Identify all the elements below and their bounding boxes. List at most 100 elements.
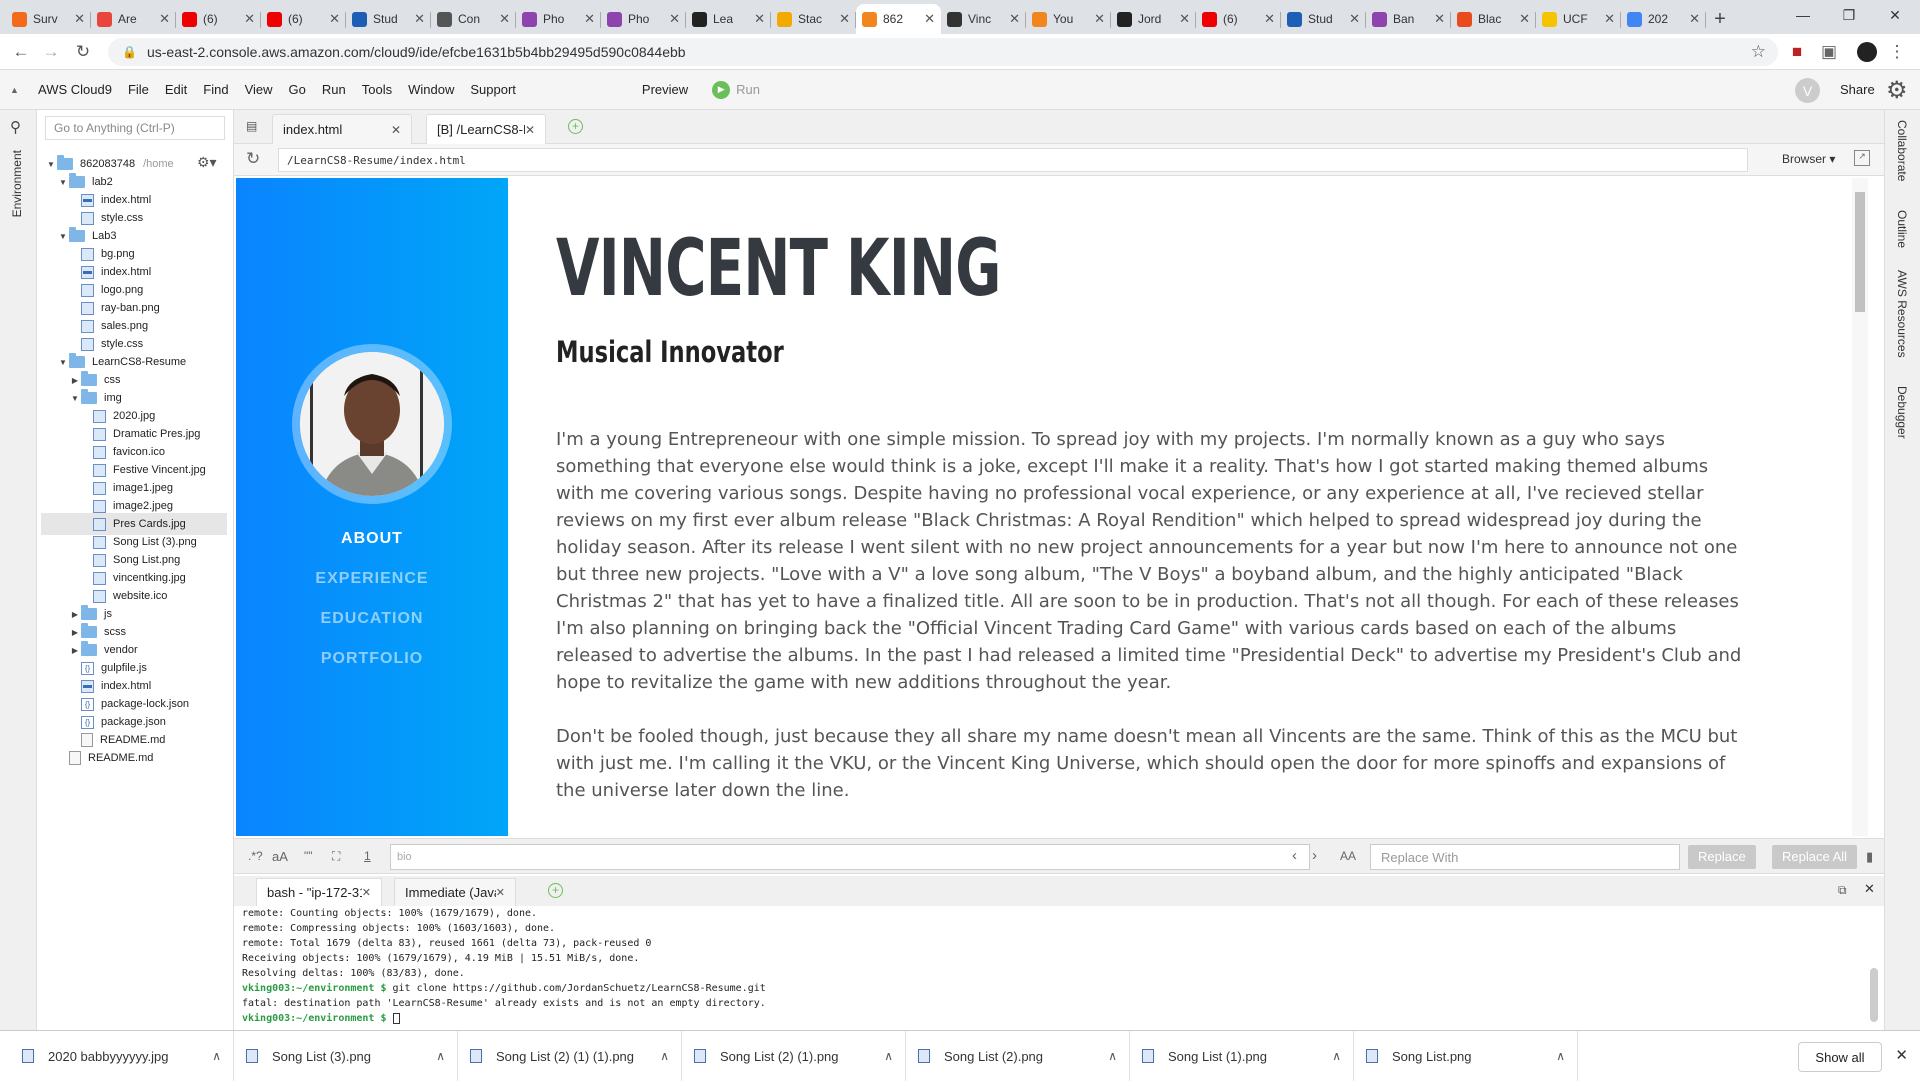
menu-go[interactable]: Go xyxy=(281,82,314,97)
close-icon[interactable]: ✕ xyxy=(1349,11,1360,27)
browser-tab[interactable]: Jord ✕ xyxy=(1111,4,1196,34)
refresh-icon[interactable]: ↻ xyxy=(246,149,260,169)
nav-education-link[interactable]: EDUCATION xyxy=(236,610,508,628)
browser-tab[interactable]: 202 ✕ xyxy=(1621,4,1706,34)
caret-right-icon[interactable]: ▶ xyxy=(69,628,81,637)
preview-url-input[interactable]: /LearnCS8-Resume/index.html xyxy=(278,148,1748,172)
user-avatar[interactable]: V xyxy=(1795,78,1820,103)
find-input[interactable]: bio xyxy=(390,844,1310,870)
browser-tab[interactable]: Surv ✕ xyxy=(6,4,91,34)
new-terminal-plus-icon[interactable]: + xyxy=(548,883,563,898)
download-item[interactable]: Song List (2) (1) (1).png ∧ xyxy=(458,1031,682,1081)
terminal-output[interactable]: remote: Counting objects: 100% (1679/167… xyxy=(234,906,1884,1030)
preserve-case-toggle[interactable]: AA xyxy=(1340,849,1356,863)
close-icon[interactable]: ✕ xyxy=(1689,11,1700,27)
extension-icon-2[interactable]: ▣ xyxy=(1818,41,1840,63)
chevron-up-icon[interactable]: ∧ xyxy=(884,1049,893,1063)
menu-find[interactable]: Find xyxy=(195,82,236,97)
chevron-up-icon[interactable]: ∧ xyxy=(1108,1049,1117,1063)
close-icon[interactable]: ✕ xyxy=(1009,11,1020,27)
star-icon[interactable]: ☆ xyxy=(1751,42,1766,62)
whole-word-toggle[interactable]: "" xyxy=(304,849,313,863)
download-item[interactable]: 2020 babbyyyyyy.jpg ∧ xyxy=(10,1031,234,1081)
menu-window[interactable]: Window xyxy=(400,82,462,97)
close-icon[interactable]: ✕ xyxy=(924,11,935,27)
caret-right-icon[interactable]: ▶ xyxy=(69,610,81,619)
browser-tab[interactable]: UCF ✕ xyxy=(1536,4,1621,34)
cloud9-brand[interactable]: AWS Cloud9 xyxy=(30,82,120,97)
collaborate-panel-button[interactable]: Collaborate xyxy=(1895,120,1909,181)
browser-dropdown[interactable]: Browser ▾ xyxy=(1782,152,1835,166)
caret-down-icon[interactable]: ▼ xyxy=(57,178,69,187)
find-previous-icon[interactable]: ‹ xyxy=(1292,847,1297,864)
caret-down-icon[interactable]: ▼ xyxy=(45,160,57,169)
browser-tab[interactable]: Con ✕ xyxy=(431,4,516,34)
run-button[interactable]: ▶ Run xyxy=(712,80,760,99)
case-sensitive-toggle[interactable]: aA xyxy=(272,849,288,864)
download-item[interactable]: Song List.png ∧ xyxy=(1354,1031,1578,1081)
download-item[interactable]: Song List (3).png ∧ xyxy=(234,1031,458,1081)
browser-tab[interactable]: Stud ✕ xyxy=(346,4,431,34)
menu-view[interactable]: View xyxy=(237,82,281,97)
close-icon[interactable]: ✕ xyxy=(159,11,170,27)
close-icon[interactable]: ✕ xyxy=(669,11,680,27)
browser-tab[interactable]: Vinc ✕ xyxy=(941,4,1026,34)
regex-toggle[interactable]: .*? xyxy=(248,849,263,863)
preview-menu[interactable]: Preview xyxy=(634,82,696,97)
browser-tab[interactable]: (6) ✕ xyxy=(1196,4,1281,34)
browser-tab[interactable]: Stac ✕ xyxy=(771,4,856,34)
menu-run[interactable]: Run xyxy=(314,82,354,97)
environment-panel-button[interactable]: Environment xyxy=(10,150,24,217)
close-icon[interactable]: ✕ xyxy=(499,11,510,27)
new-tab-button[interactable]: + xyxy=(1706,4,1734,34)
collapse-up-icon[interactable]: ▲ xyxy=(10,85,30,95)
address-bar[interactable]: 🔒 us-east-2.console.aws.amazon.com/cloud… xyxy=(108,38,1778,66)
settings-gear-icon[interactable]: ⚙ xyxy=(1886,76,1908,105)
browser-tab[interactable]: Pho ✕ xyxy=(601,4,686,34)
editor-tab-index-html[interactable]: index.html ✕ xyxy=(272,114,412,144)
terminal-tab-immediate[interactable]: Immediate (Java ✕ xyxy=(394,878,516,906)
replace-input[interactable]: Replace With xyxy=(1370,844,1680,870)
find-next-icon[interactable]: › xyxy=(1312,847,1317,864)
editor-tab-preview[interactable]: [B] /LearnCS8-Re✕ xyxy=(426,114,546,144)
caret-down-icon[interactable]: ▼ xyxy=(57,358,69,367)
close-icon[interactable]: ✕ xyxy=(1094,11,1105,27)
download-item[interactable]: Song List (1).png ∧ xyxy=(1130,1031,1354,1081)
extension-icon[interactable]: ■ xyxy=(1786,41,1808,63)
aws-resources-panel-button[interactable]: AWS Resources xyxy=(1895,270,1909,358)
close-panel-icon[interactable]: ✕ xyxy=(1864,881,1875,897)
terminal-tab-bash[interactable]: bash - "ip-172-31 ✕ xyxy=(256,878,382,906)
close-icon[interactable]: ✕ xyxy=(414,11,425,27)
menu-file[interactable]: File xyxy=(120,82,157,97)
minimize-icon[interactable]: — xyxy=(1780,0,1826,30)
close-icon[interactable]: ✕ xyxy=(839,11,850,27)
chevron-up-icon[interactable]: ∧ xyxy=(1556,1049,1565,1063)
close-find-icon[interactable]: ▮ xyxy=(1866,849,1873,865)
chevron-up-icon[interactable]: ∧ xyxy=(1332,1049,1341,1063)
chevron-up-icon[interactable]: ∧ xyxy=(212,1049,221,1063)
scrollbar-thumb[interactable] xyxy=(1855,192,1865,312)
browser-tab[interactable]: (6) ✕ xyxy=(176,4,261,34)
debugger-panel-button[interactable]: Debugger xyxy=(1895,386,1909,439)
close-icon[interactable]: ✕ xyxy=(1434,11,1445,27)
browser-tab[interactable]: Ban ✕ xyxy=(1366,4,1451,34)
caret-down-icon[interactable]: ▼ xyxy=(69,394,81,403)
close-icon[interactable]: ✕ xyxy=(74,11,85,27)
menu-edit[interactable]: Edit xyxy=(157,82,195,97)
reload-icon[interactable]: ↻ xyxy=(72,41,94,63)
outline-panel-button[interactable]: Outline xyxy=(1895,210,1909,248)
close-downloads-icon[interactable]: ✕ xyxy=(1895,1046,1908,1064)
menu-support[interactable]: Support xyxy=(462,82,524,97)
show-all-button[interactable]: Show all xyxy=(1798,1042,1882,1072)
close-icon[interactable]: ✕ xyxy=(1264,11,1275,27)
browser-tab[interactable]: Are ✕ xyxy=(91,4,176,34)
close-icon[interactable]: ✕ xyxy=(754,11,765,27)
nav-portfolio-link[interactable]: PORTFOLIO xyxy=(236,650,508,668)
replace-all-button[interactable]: Replace All xyxy=(1772,845,1858,869)
maximize-icon[interactable]: ⧉ xyxy=(1838,883,1847,898)
browser-tab[interactable]: 862 ✕ xyxy=(856,4,941,34)
browser-tab[interactable]: Lea ✕ xyxy=(686,4,771,34)
restore-icon[interactable]: ❐ xyxy=(1826,0,1872,30)
wrap-around-toggle[interactable]: 1 xyxy=(364,849,371,863)
caret-right-icon[interactable]: ▶ xyxy=(69,646,81,655)
